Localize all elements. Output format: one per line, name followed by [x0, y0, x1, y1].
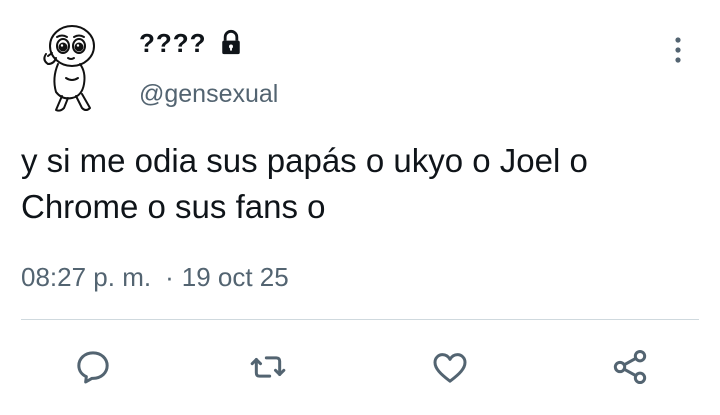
lock-icon	[217, 29, 245, 57]
display-name-text: ????	[139, 28, 207, 58]
user-handle[interactable]: @gensexual	[139, 78, 278, 110]
tweet-card: ???? @gensexual y si me odia sus papás o…	[0, 0, 720, 415]
more-options-button[interactable]	[664, 30, 692, 70]
display-name[interactable]: ????	[139, 26, 245, 60]
heart-icon	[433, 353, 467, 383]
reply-bubble-icon	[77, 351, 109, 384]
share-button[interactable]	[608, 345, 652, 389]
avatar[interactable]	[28, 20, 112, 116]
divider	[21, 319, 699, 320]
tweet-time: 08:27 p. m.	[21, 262, 152, 292]
retweet-icon	[250, 356, 286, 378]
tweet-text: y si me odia sus papás o ukyo o Joel o C…	[21, 142, 588, 225]
like-button[interactable]	[428, 345, 472, 389]
tweet-timestamp[interactable]: 08:27 p. m. · 19 oct 25	[21, 259, 289, 295]
reply-button[interactable]	[71, 345, 115, 389]
retweet-button[interactable]	[246, 345, 290, 389]
meta-separator: ·	[165, 262, 174, 292]
cartoon-character-avatar-icon	[43, 25, 95, 112]
tweet-date: 19 oct 25	[181, 262, 289, 292]
share-icon	[613, 350, 647, 384]
vertical-dots-icon	[675, 37, 681, 63]
